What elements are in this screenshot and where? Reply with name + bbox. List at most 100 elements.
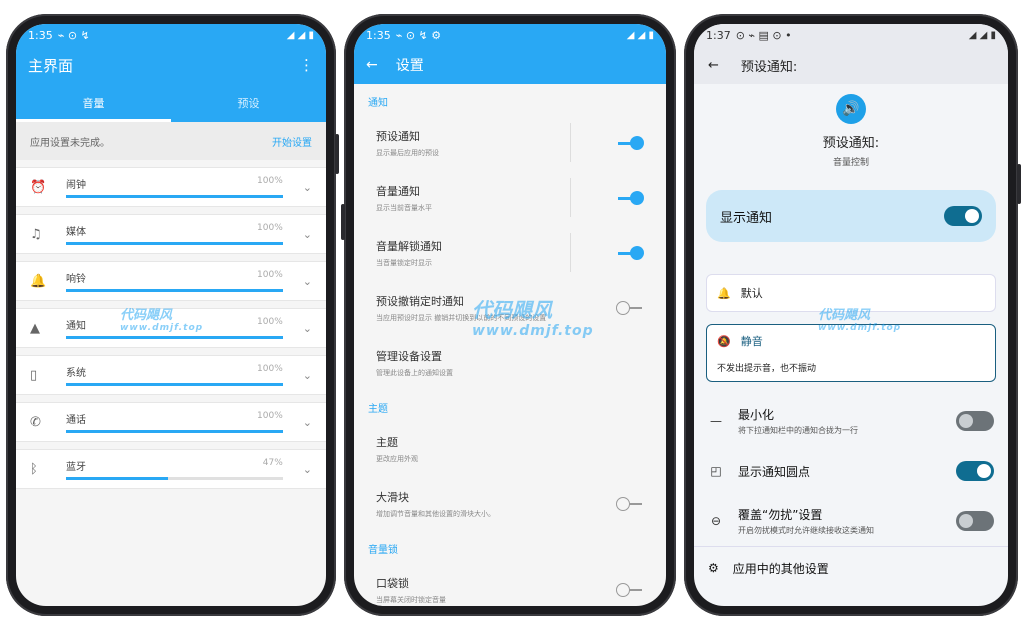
- volume-body: 系统 100%: [66, 364, 283, 386]
- channel-setting-toggle[interactable]: [956, 411, 994, 431]
- channel-title: 预设通知:: [822, 136, 880, 151]
- setting-item[interactable]: 音量通知 显示当前音量水平: [354, 170, 666, 225]
- volume-label: 通话: [66, 415, 86, 426]
- setting-title: 音量解锁通知: [376, 239, 442, 253]
- option-default[interactable]: 🔔 默认: [706, 274, 996, 312]
- setting-item[interactable]: 主题 更改应用外观: [354, 421, 666, 476]
- volume-slider[interactable]: [66, 336, 283, 339]
- setting-text: 大滑块 增加调节音量和其他设置的滑块大小。: [376, 489, 616, 519]
- chevron-down-icon[interactable]: ⌄: [303, 181, 312, 194]
- setting-item[interactable]: 音量解锁通知当音量锁定时显示: [354, 225, 666, 280]
- option-silent-label: 静音: [740, 335, 763, 348]
- volume-slider[interactable]: [66, 242, 283, 245]
- volume-slider-fill: [66, 336, 283, 339]
- volume-label-row: 闹钟 100%: [66, 176, 283, 191]
- setting-switch[interactable]: [616, 135, 644, 150]
- page-title: 设置: [395, 58, 424, 74]
- channel-setting-title: 最小化: [738, 408, 775, 422]
- status-icons: ◢ ◢ ▮: [626, 29, 654, 41]
- volume-slider[interactable]: [66, 383, 283, 386]
- bell-icon: 🔔: [30, 273, 47, 289]
- volume-label: 系统: [66, 368, 86, 379]
- volume-slider[interactable]: [66, 289, 283, 292]
- speaker-icon: 🔊: [836, 94, 866, 124]
- setup-banner: 应用设置未完成。 开始设置: [16, 122, 326, 160]
- volume-row: ▲ 通知 100% ⌄: [16, 308, 326, 348]
- volume-slider-fill: [66, 477, 168, 480]
- bell-alert-icon: 🔔: [717, 286, 731, 300]
- setting-item[interactable]: 大滑块 增加调节音量和其他设置的滑块大小。: [354, 476, 666, 531]
- tab-volume[interactable]: 音量: [16, 84, 171, 122]
- setting-switch[interactable]: [616, 496, 644, 511]
- call-icon: ✆: [30, 414, 41, 430]
- setting-text: 主题 更改应用外观: [376, 434, 644, 464]
- status-icons: ◢ ◢ ▮: [968, 29, 996, 41]
- setting-item[interactable]: 预设撤销定时通知 当应用预设时显示 撤销并切换到以前的不同预设的设置: [354, 280, 666, 335]
- option-default-label: 默认: [740, 287, 763, 300]
- app-bar: 1:35 ⌁ ⊙ ↯ ◢ ◢ ▮ 主界面 ⋮ 音量 预设: [16, 24, 326, 122]
- more-menu-icon[interactable]: ⋮: [299, 56, 314, 74]
- channel-setting-row[interactable]: ◰ 显示通知圆点: [694, 446, 1008, 496]
- setting-title: 预设通知: [376, 129, 420, 143]
- channel-setting-toggle[interactable]: [956, 461, 994, 481]
- option-silent[interactable]: 🔕 静音 不发出提示音，也不振动: [706, 324, 996, 382]
- page-title: 预设通知:: [740, 59, 798, 75]
- app-name: 音量控制: [832, 158, 869, 168]
- status-notification-icons: ⌁ ⊙ ↯: [57, 28, 90, 42]
- tab-bar: 音量 预设: [16, 84, 326, 122]
- volume-label: 媒体: [66, 227, 86, 238]
- setting-summary: 当音量锁定时显示: [376, 258, 432, 267]
- setting-title: 音量通知: [376, 184, 420, 198]
- channel-setting-title: 覆盖“勿扰”设置: [738, 508, 823, 522]
- volume-slider[interactable]: [66, 430, 283, 433]
- volume-slider-fill: [66, 430, 283, 433]
- chevron-down-icon[interactable]: ⌄: [303, 275, 312, 288]
- divider: [570, 233, 571, 272]
- back-icon[interactable]: ←: [708, 58, 719, 73]
- setting-item[interactable]: 口袋锁 当屏幕关闭时锁定音量: [354, 562, 666, 606]
- chevron-down-icon[interactable]: ⌄: [303, 369, 312, 382]
- setting-summary: 当屏幕关闭时锁定音量: [376, 595, 446, 604]
- chevron-down-icon[interactable]: ⌄: [303, 416, 312, 429]
- chevron-down-icon[interactable]: ⌄: [303, 322, 312, 335]
- tab-presets[interactable]: 预设: [171, 84, 326, 122]
- chevron-down-icon[interactable]: ⌄: [303, 463, 312, 476]
- setting-switch[interactable]: [616, 582, 644, 597]
- show-notification-toggle[interactable]: [944, 206, 982, 226]
- volume-slider-fill: [66, 383, 283, 386]
- volume-percent: 100%: [257, 364, 283, 374]
- channel-setting-row[interactable]: — 最小化 将下拉通知栏中的通知合拢为一行: [694, 396, 1008, 446]
- setting-text: 音量通知 显示当前音量水平: [376, 183, 616, 213]
- channel-setting-row[interactable]: ⊖ 覆盖“勿扰”设置 开启勿扰模式时允许继续接收这类通知: [694, 496, 1008, 546]
- section-header: 通知: [368, 98, 388, 109]
- setting-title: 大滑块: [376, 490, 409, 504]
- volume-body: 响铃 100%: [66, 270, 283, 292]
- warning-icon: ▲: [30, 320, 40, 336]
- status-bar: 1:35 ⌁ ⊙ ↯ ⚙ ◢ ◢ ▮: [354, 24, 666, 46]
- volume-row: 🔔 响铃 100% ⌄: [16, 261, 326, 301]
- setting-item[interactable]: 管理设备设置 管理此设备上的通知设置: [354, 335, 666, 390]
- back-icon[interactable]: ←: [366, 57, 378, 73]
- start-setup-link[interactable]: 开始设置: [272, 134, 312, 149]
- setting-switch[interactable]: [616, 190, 644, 205]
- status-time: 1:35: [366, 28, 391, 42]
- setting-text: 管理设备设置 管理此设备上的通知设置: [376, 348, 644, 378]
- channel-setting-toggle[interactable]: [956, 511, 994, 531]
- setting-summary: 当应用预设时显示 撤销并切换到以前的不同预设的设置: [376, 313, 547, 322]
- volume-slider[interactable]: [66, 195, 283, 198]
- other-settings-row[interactable]: ⚙ 应用中的其他设置: [694, 546, 1008, 589]
- chevron-down-icon[interactable]: ⌄: [303, 228, 312, 241]
- phone-main-screen: 1:35 ⌁ ⊙ ↯ ◢ ◢ ▮ 主界面 ⋮ 音量 预设 应用设置未完成。 开始设…: [6, 14, 339, 616]
- volume-slider-fill: [66, 289, 283, 292]
- setting-switch[interactable]: [616, 245, 644, 260]
- volume-label-row: 通知 100%: [66, 317, 283, 332]
- volume-body: 闹钟 100%: [66, 176, 283, 198]
- status-icons: ◢ ◢ ▮: [286, 29, 314, 41]
- setting-item[interactable]: 预设通知 显示最后应用的预设: [354, 115, 666, 170]
- dnd-icon: ⊖: [710, 514, 722, 528]
- screen: 1:35 ⌁ ⊙ ↯ ◢ ◢ ▮ 主界面 ⋮ 音量 预设 应用设置未完成。 开始设…: [16, 24, 326, 606]
- volume-slider[interactable]: [66, 477, 283, 480]
- show-notification-card[interactable]: 显示通知: [706, 190, 996, 242]
- setting-switch[interactable]: [616, 300, 644, 315]
- channel-setting-text: 最小化 将下拉通知栏中的通知合拢为一行: [738, 406, 942, 436]
